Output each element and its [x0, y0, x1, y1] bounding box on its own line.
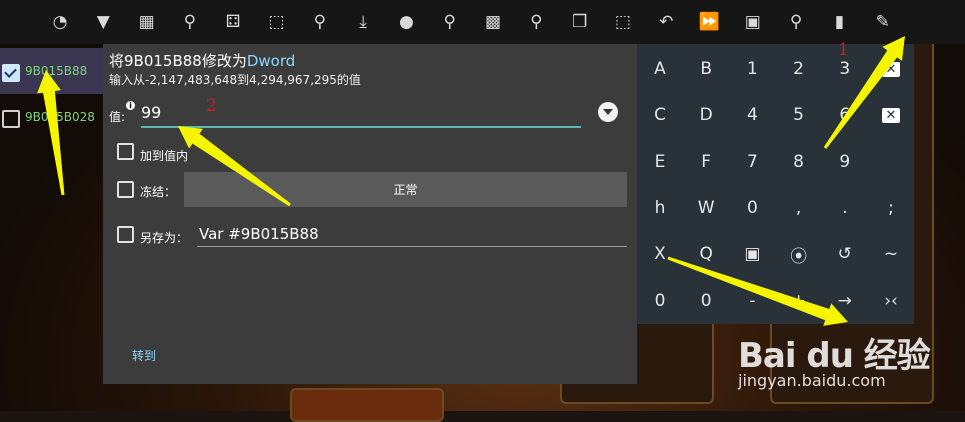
item-address: 9B015B028: [25, 110, 95, 124]
key-5-3[interactable]: +: [776, 278, 822, 324]
key-2-1[interactable]: F: [683, 139, 729, 185]
key-0-2[interactable]: 1: [729, 46, 775, 92]
key-5-0[interactable]: 0: [637, 278, 683, 324]
save-as-input[interactable]: Var #9B015B88: [197, 222, 627, 247]
record-dot-icon[interactable]: ●: [394, 10, 418, 34]
freeze-mode-label: 正常: [393, 183, 418, 197]
watermark-logo: Bai du 经验: [738, 336, 931, 376]
list-item[interactable]: 9B015B88: [0, 48, 103, 94]
help-search-icon[interactable]: ⚲: [784, 10, 808, 34]
key-4-0[interactable]: X: [637, 231, 683, 277]
info-icon[interactable]: i: [126, 101, 135, 110]
key-3-5[interactable]: ;: [868, 185, 914, 231]
toolbar: ◔ ▼ ▦ ⚲ ⚃ ⬚ ⚲ ⤓ ● ⚲ ▩ ⚲ ❐ ⬚ ↶ ⏩ ▣ ⚲ ▮ ✎: [0, 0, 965, 44]
dialog-subtitle: 输入从-2,147,483,648到4,294,967,295的值: [109, 73, 361, 87]
undo-icon[interactable]: ↶: [654, 10, 678, 34]
key-0-5[interactable]: ✕: [868, 46, 914, 92]
item-checkbox[interactable]: [2, 110, 20, 128]
item-address: 9B015B88: [25, 64, 88, 78]
item-checkbox[interactable]: [2, 64, 20, 82]
key-4-2[interactable]: ▣: [729, 231, 775, 277]
key-5-1[interactable]: 0: [683, 278, 729, 324]
speedometer-icon[interactable]: ◔: [48, 10, 72, 34]
key-0-0[interactable]: A: [637, 46, 683, 92]
key-3-1[interactable]: W: [683, 185, 729, 231]
chip-icon[interactable]: ▩: [481, 10, 505, 34]
key-2-2[interactable]: 7: [729, 139, 775, 185]
hash-search-icon[interactable]: ⚲: [524, 10, 548, 34]
watermark-url: jingyan.baidu.com: [738, 371, 886, 390]
trash-icon[interactable]: ▮: [827, 10, 851, 34]
value-input-text: 99: [141, 103, 162, 122]
key-3-4[interactable]: .: [822, 185, 868, 231]
key-2-5[interactable]: [868, 139, 914, 185]
key-3-3[interactable]: ,: [776, 185, 822, 231]
dice-icon[interactable]: ⚃: [221, 10, 245, 34]
calculator-icon[interactable]: ▦: [135, 10, 159, 34]
key-5-2[interactable]: -: [729, 278, 775, 324]
edit-value-dialog: 将9B015B88修改为Dword 输入从-2,147,483,648到4,29…: [103, 44, 637, 384]
key-1-0[interactable]: C: [637, 92, 683, 138]
value-type: Dword: [246, 52, 296, 70]
add-to-value-label: 加到值内: [140, 149, 189, 163]
add-to-value-checkbox[interactable]: [117, 143, 134, 160]
key-4-5[interactable]: ~: [868, 231, 914, 277]
edit-chat-icon[interactable]: ✎: [871, 10, 895, 34]
download-icon[interactable]: ⤓: [351, 10, 375, 34]
freeze-label: 冻结：: [140, 185, 177, 199]
freeze-mode-button[interactable]: 正常: [184, 172, 627, 207]
key-1-2[interactable]: 4: [729, 92, 775, 138]
fast-forward-icon[interactable]: ⏩: [698, 10, 722, 34]
value-dropdown-button[interactable]: [598, 102, 618, 122]
key-5-4[interactable]: →: [822, 278, 868, 324]
dialog-title: 将9B015B88修改为Dword: [109, 50, 295, 71]
key-4-1[interactable]: Q: [683, 231, 729, 277]
list-item[interactable]: 9B015B028: [0, 94, 103, 140]
scan-check-icon[interactable]: ⚲: [308, 10, 332, 34]
save-icon[interactable]: ▣: [741, 10, 765, 34]
key-3-0[interactable]: h: [637, 185, 683, 231]
filter-icon[interactable]: ▼: [91, 10, 115, 34]
select-all-icon[interactable]: ⬚: [611, 10, 635, 34]
save-as-input-text: Var #9B015B88: [199, 225, 319, 243]
key-1-1[interactable]: D: [683, 92, 729, 138]
key-2-3[interactable]: 8: [776, 139, 822, 185]
key-2-0[interactable]: E: [637, 139, 683, 185]
save-as-label: 另存为：: [140, 231, 189, 245]
value-label: 值:: [109, 110, 126, 124]
key-2-4[interactable]: 9: [822, 139, 868, 185]
dialog-title-text: 将9B015B88修改为: [109, 52, 247, 70]
copy-icon[interactable]: ❐: [568, 10, 592, 34]
step-number-2: 2: [206, 96, 217, 116]
key-3-2[interactable]: 0: [729, 185, 775, 231]
search-text-icon[interactable]: ⚲: [438, 10, 462, 34]
key-1-3[interactable]: 5: [776, 92, 822, 138]
key-1-4[interactable]: 6: [822, 92, 868, 138]
search-star-icon[interactable]: ⚲: [178, 10, 202, 34]
goto-button[interactable]: 转到: [132, 347, 156, 364]
key-4-4[interactable]: ↺: [822, 231, 868, 277]
key-4-3[interactable]: ⦿: [776, 231, 822, 277]
key-0-1[interactable]: B: [683, 46, 729, 92]
step-number-1: 1: [838, 40, 849, 60]
key-1-5[interactable]: ✕: [868, 92, 914, 138]
key-0-3[interactable]: 2: [776, 46, 822, 92]
save-as-checkbox[interactable]: [117, 226, 134, 243]
freeze-checkbox[interactable]: [117, 181, 134, 198]
game-banner: [290, 388, 444, 422]
select-area-icon[interactable]: ⬚: [265, 10, 289, 34]
key-5-5[interactable]: ›‹: [868, 278, 914, 324]
hex-keyboard: A B 1 2 3 ✕ C D 4 5 6 ✕ E F 7 8 9 h W 0,.; X Q ▣ ⦿ ↺ ~0 0- + → ›‹: [637, 44, 914, 324]
baidu-watermark: Bai du 经验 jingyan.baidu.com: [738, 328, 965, 411]
